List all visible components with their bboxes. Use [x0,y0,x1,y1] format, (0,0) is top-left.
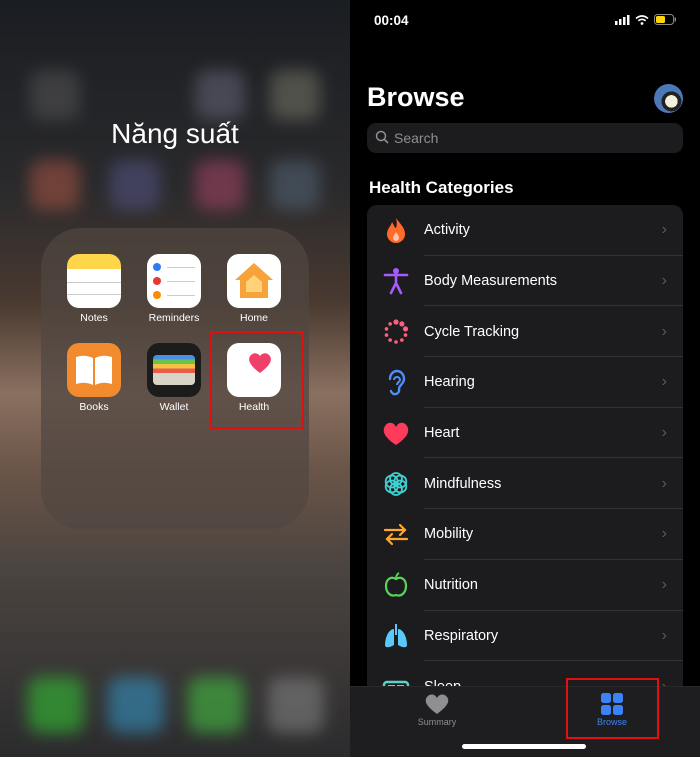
search-icon [375,130,389,147]
category-row-cycle-tracking[interactable]: Cycle Tracking › [367,306,683,357]
app-home[interactable]: Home [214,254,294,324]
category-label: Hearing [424,374,475,391]
wallet-icon [147,343,201,397]
search-placeholder: Search [394,130,439,146]
chevron-right-icon: › [661,221,667,239]
status-time: 00:04 [374,13,409,28]
health-app-browse: 00:04 Browse Search Health Categories Ac… [350,0,700,757]
category-row-nutrition[interactable]: Nutrition › [367,560,683,611]
category-row-body-measurements[interactable]: Body Measurements › [367,256,683,307]
category-row-mindfulness[interactable]: Mindfulness › [367,458,683,509]
ear-icon [381,367,411,397]
category-label: Body Measurements [424,273,557,290]
chevron-right-icon: › [661,272,667,290]
app-wallet[interactable]: Wallet [134,343,214,413]
chevron-right-icon: › [661,474,667,492]
notes-icon [67,254,121,308]
signal-icon [615,12,630,30]
category-label: Heart [424,425,460,442]
folder-title: Năng suất [111,118,239,149]
apple-icon [381,570,411,600]
app-notes[interactable]: Notes [54,254,134,324]
category-row-hearing[interactable]: Hearing › [367,357,683,408]
app-books[interactable]: Books [54,343,134,413]
heart-icon [381,418,411,448]
category-label: Cycle Tracking [424,323,520,340]
home-indicator [462,744,586,749]
category-label: Respiratory [424,627,499,644]
chevron-right-icon: › [661,322,667,340]
search-input[interactable]: Search [367,123,683,153]
heart-icon [392,693,482,717]
status-icons [615,12,676,30]
chevron-right-icon: › [661,525,667,543]
dock [0,665,350,757]
category-label: Mobility [424,526,474,543]
flame-icon [381,215,411,245]
chevron-right-icon: › [661,424,667,442]
page-title: Browse [367,82,465,112]
arrows-icon [381,519,411,549]
section-title: Health Categories [369,178,514,197]
flower-icon [381,469,411,499]
category-list: Activity › Body Measurements › Cycle Tra… [367,205,683,695]
category-row-mobility[interactable]: Mobility › [367,509,683,560]
chevron-right-icon: › [661,626,667,644]
app-label: Books [79,401,109,413]
highlight-box-browse [566,678,659,739]
app-label: Wallet [159,401,189,413]
app-label: Home [239,312,268,324]
chevron-right-icon: › [661,373,667,391]
wifi-icon [635,12,649,30]
ios-home-screen: Năng suất Notes Reminders Home Books Wal… [0,0,350,757]
chevron-right-icon: › [661,576,667,594]
reminders-icon [147,254,201,308]
highlight-box-health [210,331,304,429]
app-reminders[interactable]: Reminders [134,254,214,324]
category-label: Mindfulness [424,475,502,492]
category-row-heart[interactable]: Heart › [367,408,683,459]
category-row-respiratory[interactable]: Respiratory › [367,611,683,662]
category-label: Activity [424,222,470,239]
avatar[interactable] [654,84,683,113]
lungs-icon [381,621,411,651]
home-icon [227,254,281,308]
category-row-activity[interactable]: Activity › [367,205,683,256]
tab-summary[interactable]: Summary [392,693,482,727]
app-label: Notes [80,312,108,324]
books-icon [67,343,121,397]
person-figure-icon [381,266,411,296]
app-label: Reminders [148,312,200,324]
category-label: Nutrition [424,577,478,594]
tab-label: Summary [417,717,457,727]
battery-icon [654,12,676,30]
cycle-dots-icon [381,317,411,347]
